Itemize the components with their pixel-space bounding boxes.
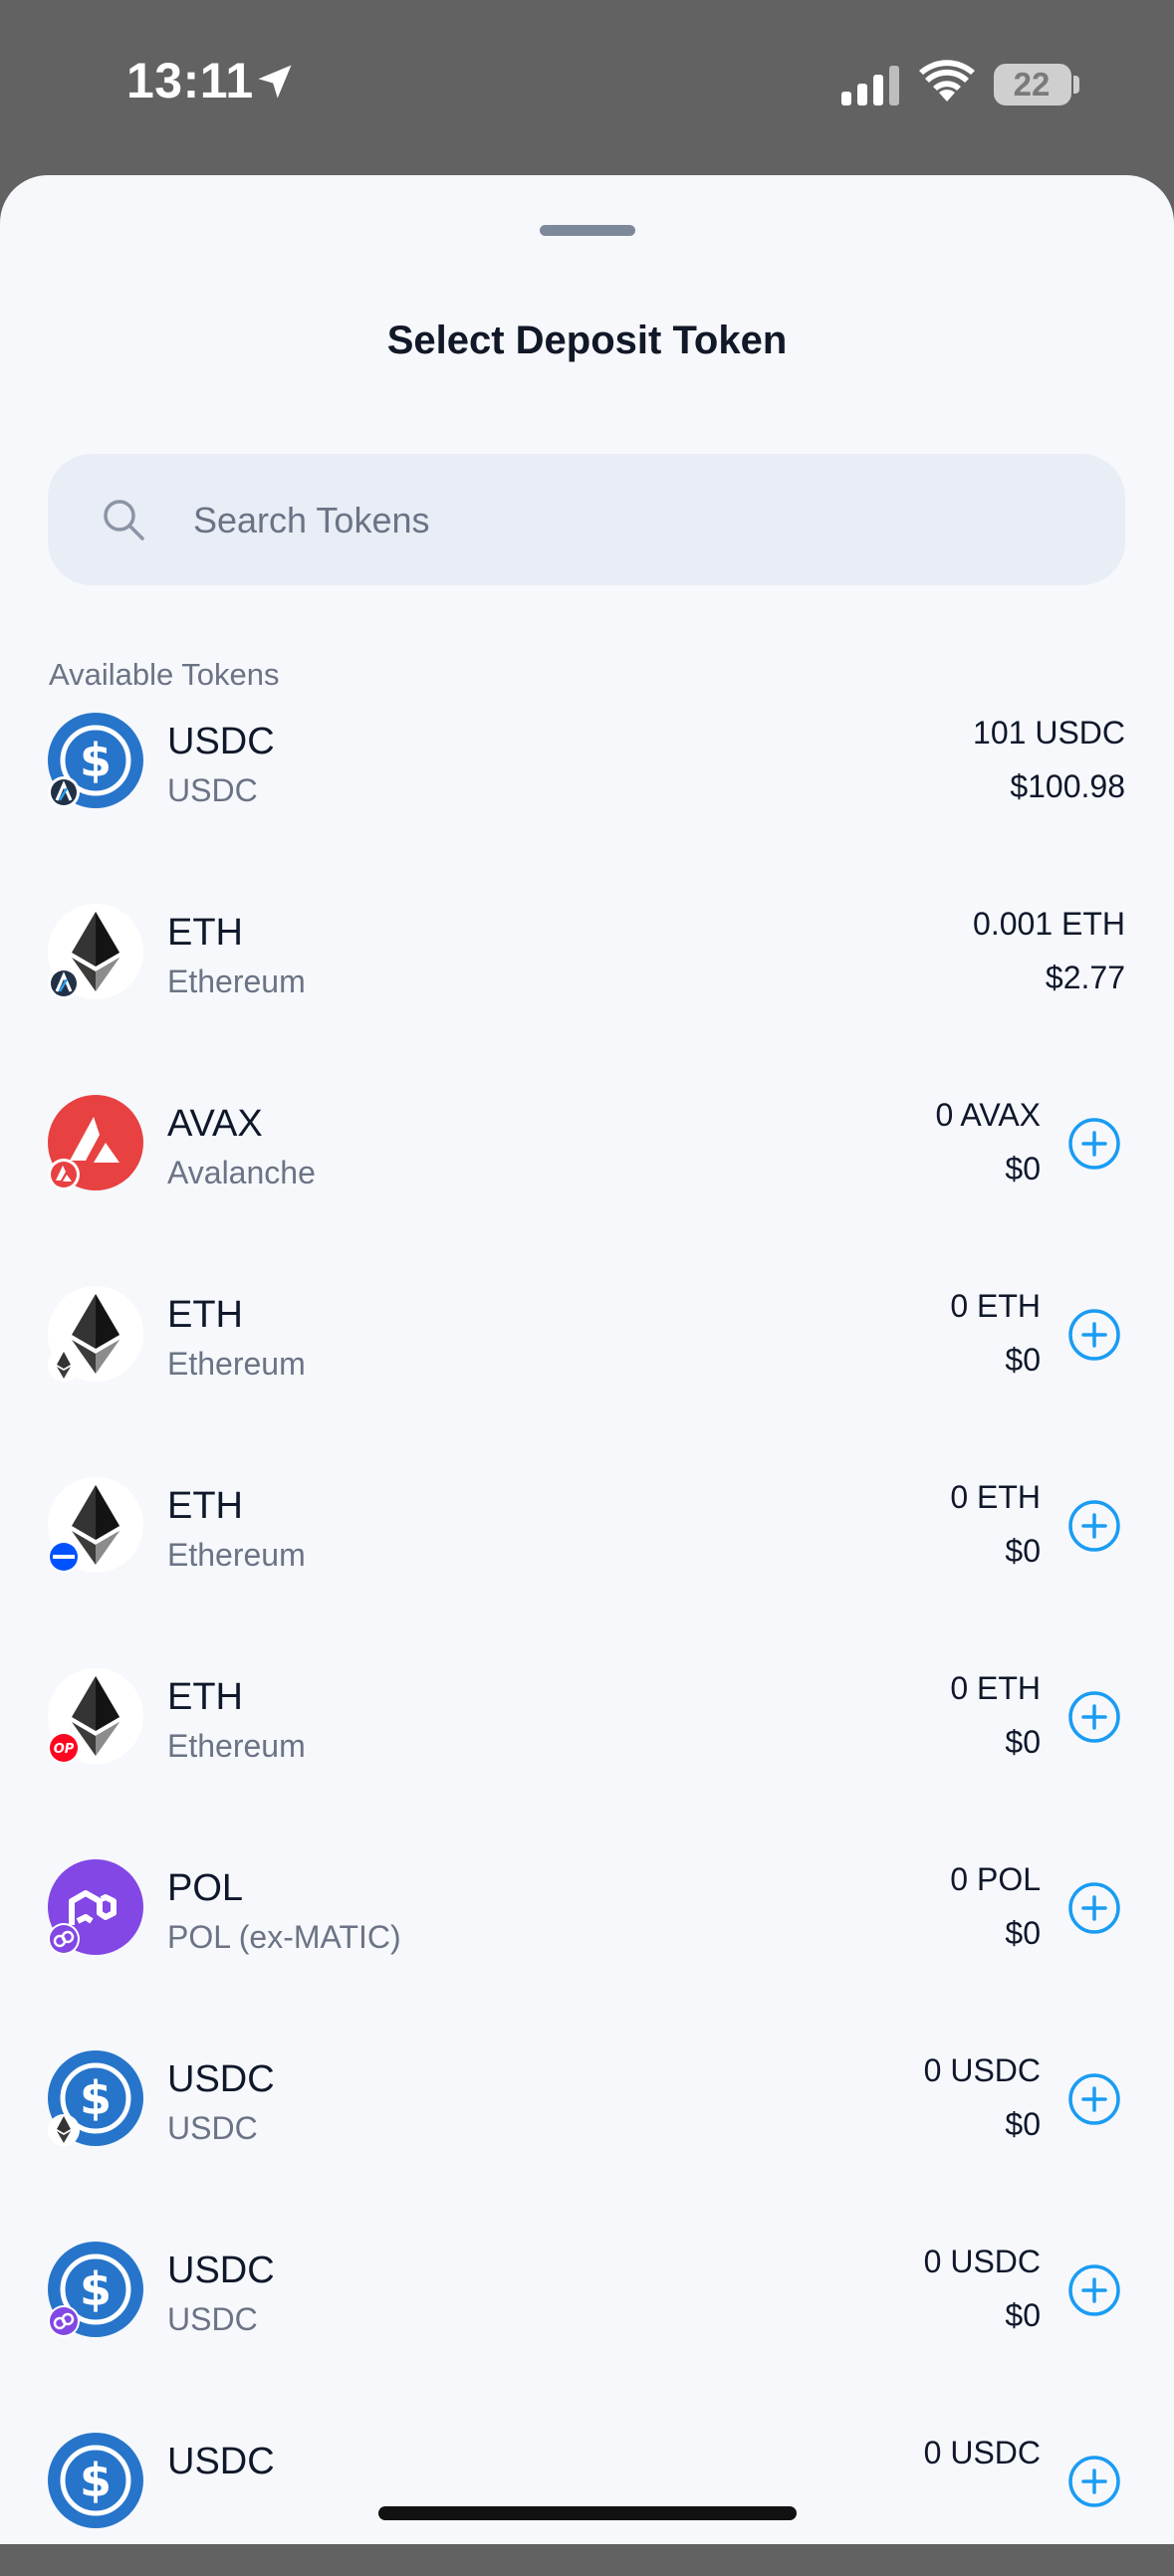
token-usd-value: $0 <box>1005 1533 1041 1569</box>
token-balance: 0 USDC <box>923 2052 1041 2088</box>
add-token-button[interactable] <box>1067 2455 1121 2508</box>
token-name: Ethereum <box>167 1728 306 1764</box>
token-row[interactable]: $ USDC USDC 0 USDC $0 <box>0 2003 1174 2194</box>
ethereum-badge-icon <box>48 2114 80 2146</box>
battery-icon: 22 <box>994 64 1071 106</box>
token-usd-value: $0 <box>1005 1724 1041 1760</box>
svg-text:$: $ <box>80 734 112 787</box>
token-usd-value: $100.98 <box>1010 768 1125 804</box>
arbitrum-badge-icon <box>48 967 80 999</box>
eth-icon: OP <box>48 1668 143 1764</box>
add-token-button[interactable] <box>1067 1881 1121 1935</box>
status-time: 13:11 <box>126 53 254 108</box>
usdc-icon: $ <box>48 2050 143 2146</box>
add-token-button[interactable] <box>1067 1308 1121 1362</box>
token-symbol: ETH <box>167 1294 243 1336</box>
token-usd-value: $0 <box>1005 2106 1041 2142</box>
usdc-icon: $ <box>48 2242 143 2337</box>
svg-text:OP: OP <box>54 1742 75 1757</box>
location-arrow-icon <box>258 65 292 99</box>
token-symbol: USDC <box>167 2441 275 2482</box>
usdc-icon: $ <box>48 2433 143 2528</box>
token-name: Avalanche <box>167 1155 316 1190</box>
token-balance: 0 POL <box>950 1861 1041 1897</box>
svg-text:$: $ <box>80 2262 112 2316</box>
token-row[interactable]: OP ETH Ethereum 0 ETH $0 <box>0 1620 1174 1812</box>
svg-text:$: $ <box>80 2071 112 2125</box>
token-name: USDC <box>167 2110 258 2146</box>
token-usd-value: $0 <box>1005 1342 1041 1378</box>
cellular-signal-icon <box>841 66 899 106</box>
add-token-button[interactable] <box>1067 1499 1121 1553</box>
token-name: Ethereum <box>167 1537 306 1573</box>
token-row[interactable]: ETH Ethereum 0 ETH $0 <box>0 1238 1174 1429</box>
token-balance: 0.001 ETH <box>973 906 1125 942</box>
token-name: USDC <box>167 2301 258 2337</box>
eth-icon <box>48 1477 143 1573</box>
token-symbol: ETH <box>167 912 243 954</box>
wifi-icon <box>919 60 975 102</box>
sheet-title: Select Deposit Token <box>386 319 788 362</box>
battery-level: 22 <box>1013 66 1051 103</box>
token-symbol: ETH <box>167 1485 243 1527</box>
battery-cap <box>1073 76 1079 94</box>
base-badge-icon <box>48 1541 80 1573</box>
token-usd-value: $0 <box>1005 2297 1041 2333</box>
search-bar[interactable] <box>48 454 1125 585</box>
search-input[interactable] <box>191 488 1071 553</box>
token-balance: 0 USDC <box>923 2435 1041 2470</box>
avax-icon <box>48 1095 143 1190</box>
token-row[interactable]: $ USDC USDC 0 USDC $0 <box>0 2194 1174 2385</box>
token-balance: 101 USDC <box>973 715 1125 751</box>
token-usd-value: $2.77 <box>1045 960 1125 995</box>
optimism-badge-icon: OP <box>48 1732 80 1764</box>
add-token-button[interactable] <box>1067 2072 1121 2126</box>
add-token-button[interactable] <box>1067 1117 1121 1171</box>
token-symbol: USDC <box>167 721 275 762</box>
token-row[interactable]: ETH Ethereum 0 ETH $0 <box>0 1429 1174 1620</box>
token-name: POL (ex-MATIC) <box>167 1919 401 1955</box>
token-name: Ethereum <box>167 1346 306 1382</box>
token-row[interactable]: ETH Ethereum 0.001 ETH $2.77 <box>0 856 1174 1047</box>
arbitrum-badge-icon <box>48 776 80 808</box>
ethereum-badge-icon <box>48 1350 80 1382</box>
token-balance: 0 AVAX <box>935 1097 1041 1133</box>
token-symbol: ETH <box>167 1676 243 1718</box>
search-icon <box>104 500 144 540</box>
token-balance: 0 ETH <box>950 1479 1041 1515</box>
home-indicator[interactable] <box>378 2506 797 2520</box>
token-balance: 0 USDC <box>923 2244 1041 2279</box>
token-symbol: USDC <box>167 2058 275 2100</box>
pol-icon <box>48 1859 143 1955</box>
polygon-badge-icon <box>48 1923 80 1955</box>
token-symbol: AVAX <box>167 1103 263 1145</box>
polygon-badge-icon <box>48 2305 80 2337</box>
token-symbol: USDC <box>167 2250 275 2291</box>
usdc-icon: $ <box>48 713 143 808</box>
token-name: Ethereum <box>167 964 306 999</box>
token-balance: 0 ETH <box>950 1670 1041 1706</box>
token-usd-value: $0 <box>1005 1915 1041 1951</box>
token-row[interactable]: $ USDC USDC 101 USDC $100.98 <box>0 665 1174 856</box>
add-token-button[interactable] <box>1067 1690 1121 1744</box>
token-balance: 0 ETH <box>950 1288 1041 1324</box>
avalanche-badge-icon <box>48 1159 80 1190</box>
add-token-button[interactable] <box>1067 2263 1121 2317</box>
eth-icon <box>48 904 143 999</box>
token-name: USDC <box>167 772 258 808</box>
token-symbol: POL <box>167 1867 244 1909</box>
sheet-grabber[interactable] <box>540 225 635 236</box>
token-usd-value: $0 <box>1005 1151 1041 1186</box>
token-row[interactable]: $ USDC 0 USDC <box>0 2385 1174 2576</box>
svg-text:$: $ <box>80 2454 112 2507</box>
token-row[interactable]: AVAX Avalanche 0 AVAX $0 <box>0 1047 1174 1238</box>
token-row[interactable]: POL POL (ex-MATIC) 0 POL $0 <box>0 1812 1174 2003</box>
status-bar: 13:11 22 <box>0 0 1174 175</box>
eth-icon <box>48 1286 143 1382</box>
